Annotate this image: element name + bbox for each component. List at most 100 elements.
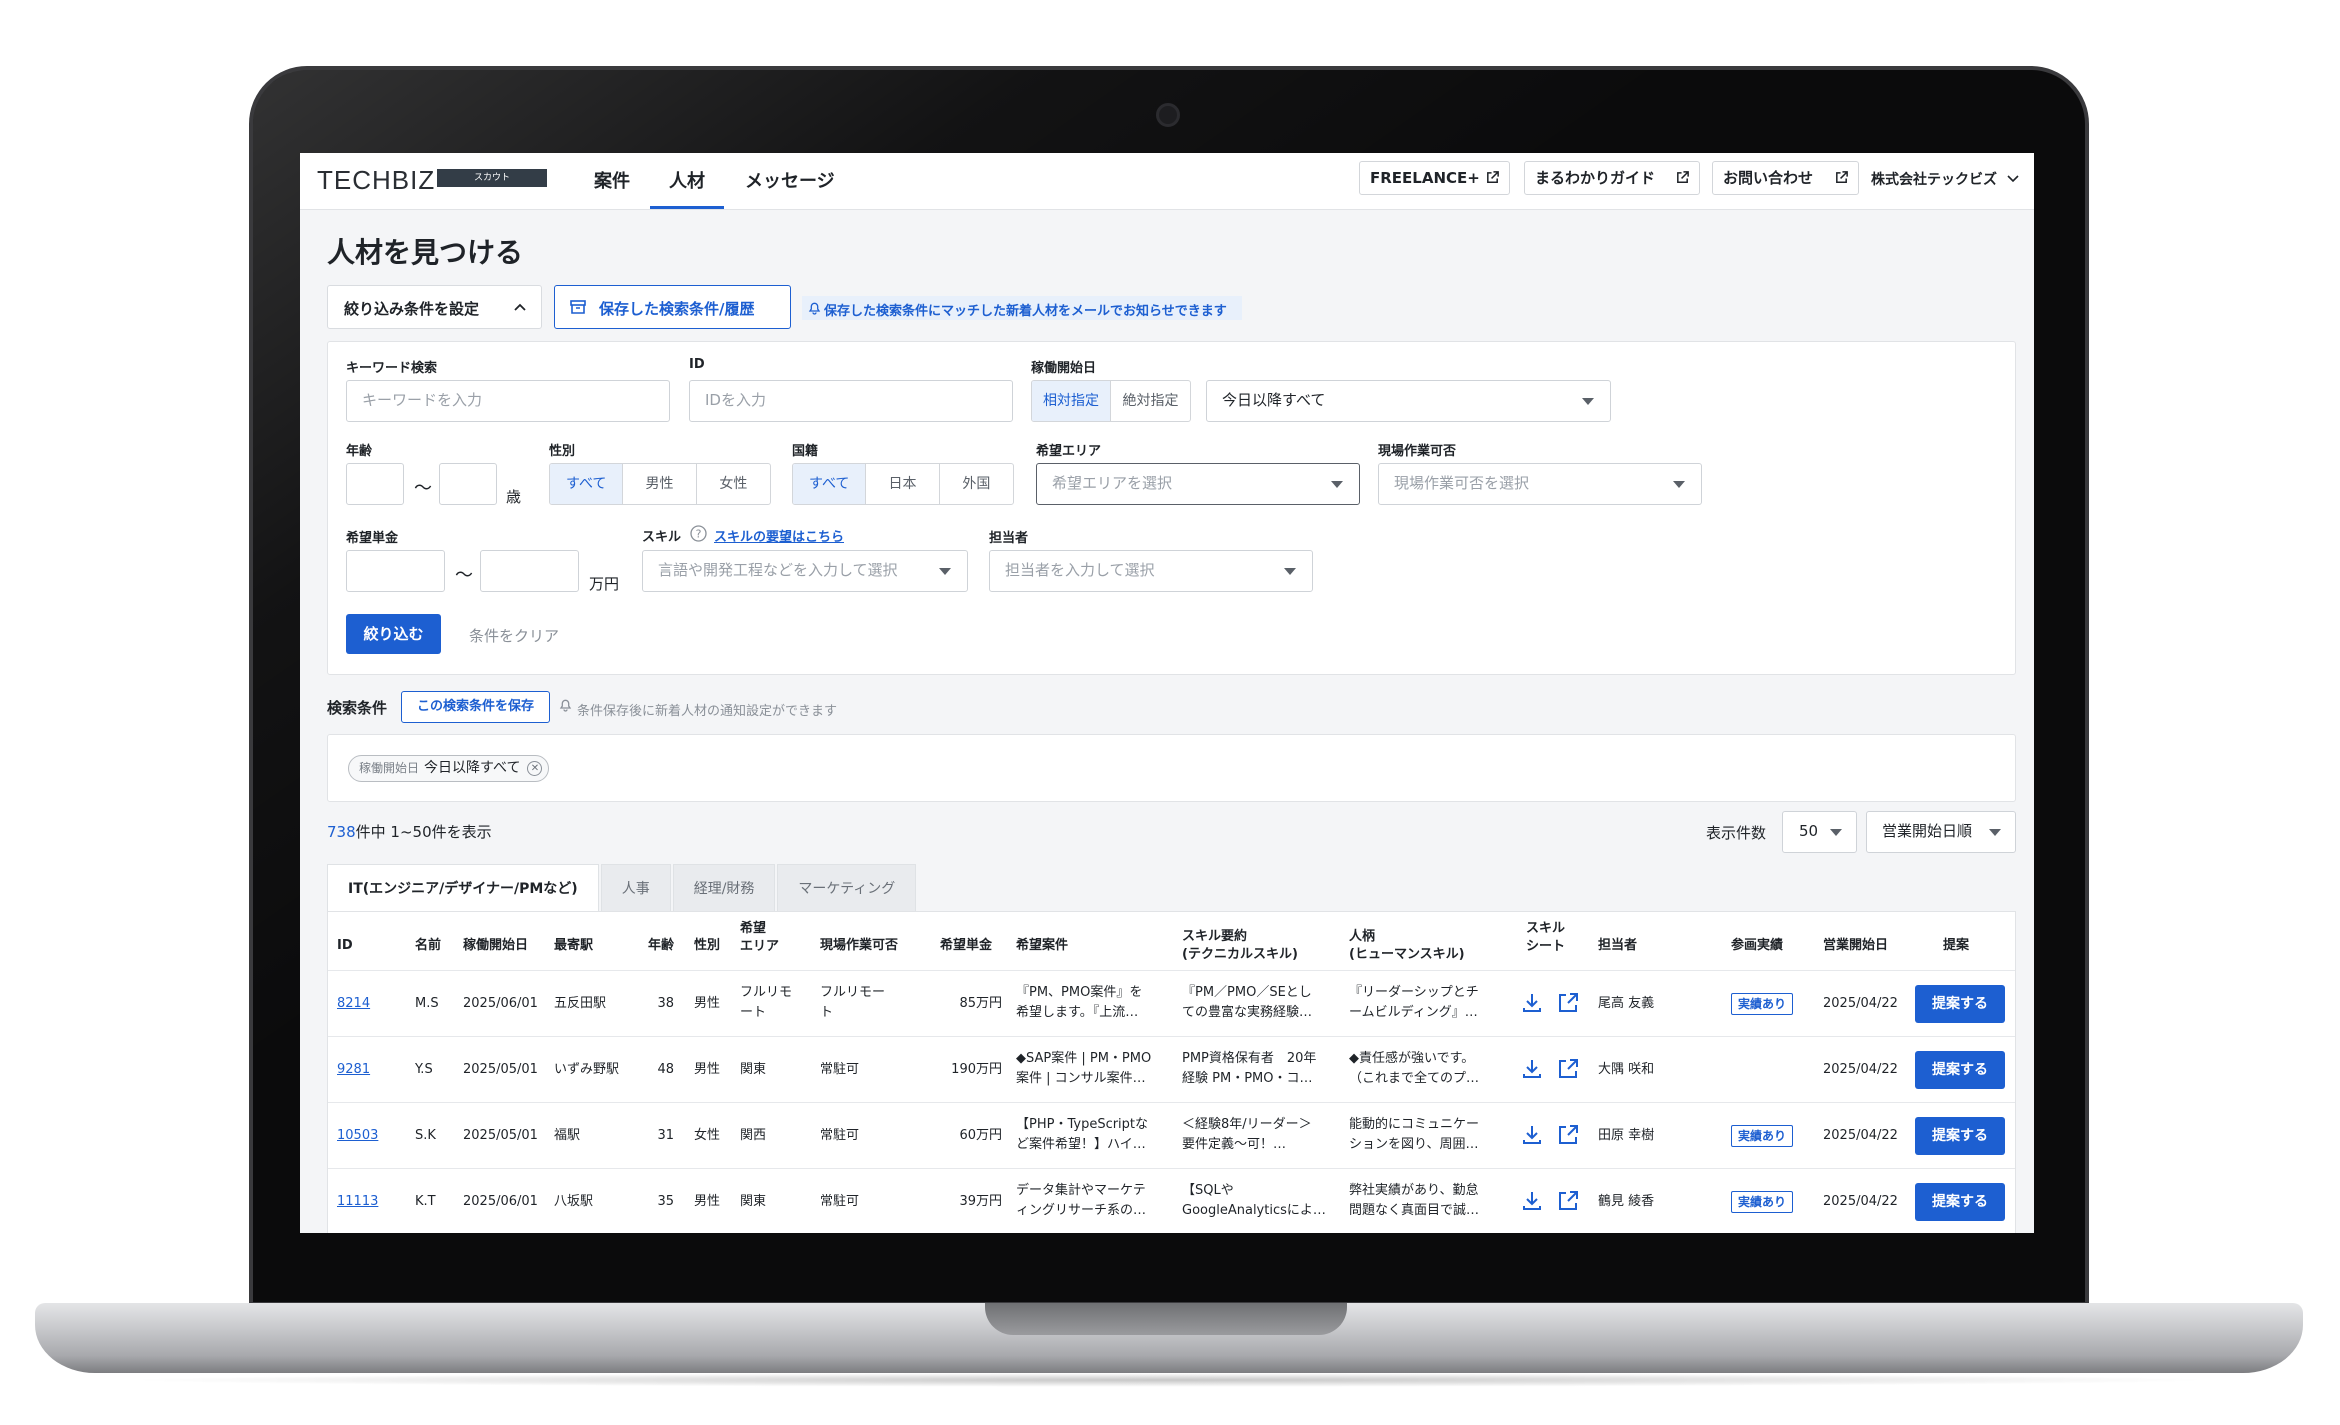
- rate-max-input[interactable]: [480, 550, 579, 592]
- col-skill: スキル要約 (テクニカルスキル): [1182, 929, 1298, 962]
- open-external-icon[interactable]: [1556, 991, 1580, 1015]
- tab-accounting[interactable]: 経理/財務: [672, 864, 776, 912]
- techbiz-logo[interactable]: TECHBIZ: [317, 165, 435, 196]
- saved-search-notice: 保存した検索条件にマッチした新着人材をメールでお知らせできます: [802, 296, 1242, 320]
- table-row[interactable]: 10503 S.K 2025/05/01 福駅 31 女性 関西 常駐可 60万…: [328, 1102, 2015, 1168]
- download-icon[interactable]: [1520, 1189, 1544, 1213]
- gender-label: 性別: [549, 444, 576, 459]
- row-id-link[interactable]: 9281: [337, 1060, 370, 1080]
- gender-all-option[interactable]: すべて: [550, 464, 624, 504]
- col-rate: 希望単金: [940, 938, 993, 953]
- col-start: 稼働開始日: [463, 938, 529, 953]
- help-circle-icon[interactable]: ?: [690, 525, 707, 542]
- nationality-all-option[interactable]: すべて: [793, 464, 867, 504]
- nav-messages[interactable]: メッセージ: [745, 167, 835, 193]
- skill-request-link[interactable]: スキルの要望はこちら: [714, 526, 844, 545]
- col-owner: 担当者: [1598, 938, 1638, 953]
- row-skill: 【SQLや GoogleAnalyticsによ…: [1182, 1183, 1326, 1218]
- apply-filter-button[interactable]: 絞り込む: [346, 614, 441, 654]
- onsite-select[interactable]: 現場作業可否を選択: [1378, 463, 1702, 505]
- clear-filter-button[interactable]: 条件をクリア: [469, 625, 559, 646]
- owner-select[interactable]: 担当者を入力して選択: [989, 550, 1313, 592]
- filter-toggle-button[interactable]: 絞り込み条件を設定: [327, 285, 542, 329]
- skill-select[interactable]: 言語や開発工程などを入力して選択: [642, 550, 968, 592]
- open-external-icon[interactable]: [1556, 1057, 1580, 1081]
- per-page-select[interactable]: 50: [1782, 811, 1857, 853]
- gender-male-option[interactable]: 男性: [623, 464, 697, 504]
- chevron-down-icon[interactable]: [2007, 174, 2019, 184]
- rate-label: 希望単金: [346, 531, 399, 546]
- start-date-mode-toggle[interactable]: 相対指定 絶対指定: [1031, 380, 1191, 422]
- id-input[interactable]: IDを入力: [689, 380, 1013, 422]
- age-max-input[interactable]: [439, 463, 497, 505]
- relative-mode-option[interactable]: 相対指定: [1032, 381, 1111, 421]
- row-owner: 大隅 咲和: [1598, 1062, 1655, 1077]
- company-menu[interactable]: 株式会社テックビズ: [1871, 169, 1997, 189]
- contact-link-button[interactable]: お問い合わせ: [1712, 161, 1859, 195]
- col-age: 年齢: [648, 938, 675, 953]
- rate-min-input[interactable]: [346, 550, 445, 592]
- start-date-select[interactable]: 今日以降すべて: [1206, 380, 1611, 422]
- sort-select[interactable]: 営業開始日順: [1866, 811, 2016, 853]
- guide-link-button[interactable]: まるわかりガイド: [1524, 161, 1700, 195]
- laptop-notch: [985, 1303, 1347, 1335]
- row-id-link[interactable]: 11113: [337, 1192, 378, 1212]
- saved-searches-button[interactable]: 保存した検索条件/履歴: [554, 285, 791, 329]
- nav-talent[interactable]: 人材: [669, 167, 705, 193]
- row-id-link[interactable]: 10503: [337, 1126, 378, 1146]
- download-icon[interactable]: [1520, 1057, 1544, 1081]
- skill-label: スキル: [642, 530, 682, 545]
- caret-down-icon: [1989, 829, 2001, 836]
- tab-it[interactable]: IT(エンジニア/デザイナー/PMなど): [327, 864, 599, 912]
- area-select[interactable]: 希望エリアを選択: [1036, 463, 1360, 505]
- nationality-japan-option[interactable]: 日本: [866, 464, 940, 504]
- propose-button[interactable]: 提案する: [1915, 1051, 2005, 1089]
- gender-female-option[interactable]: 女性: [697, 464, 770, 504]
- propose-button[interactable]: 提案する: [1915, 985, 2005, 1023]
- area-select-placeholder: 希望エリアを選択: [1052, 474, 1173, 492]
- skill-select-placeholder: 言語や開発工程などを入力して選択: [658, 561, 898, 579]
- save-conditions-button[interactable]: この検索条件を保存: [401, 691, 550, 723]
- keyword-input[interactable]: キーワードを入力: [346, 380, 670, 422]
- remove-chip-icon[interactable]: ✕: [527, 761, 543, 776]
- row-gender: 女性: [694, 1128, 721, 1143]
- row-gender: 男性: [694, 1194, 721, 1209]
- row-start: 2025/05/01: [463, 1062, 538, 1077]
- row-name: S.K: [415, 1128, 436, 1143]
- row-id-link[interactable]: 8214: [337, 994, 370, 1014]
- col-id: ID: [337, 938, 353, 953]
- condition-chip[interactable]: 稼働開始日 今日以降すべて ✕: [348, 755, 550, 782]
- external-link-icon: [1677, 171, 1689, 183]
- row-name: Y.S: [415, 1062, 433, 1077]
- top-header: TECHBIZ スカウト 案件 人材 メッセージ FREELANCE+ まるわか…: [300, 153, 2034, 210]
- col-sales-date: 営業開始日: [1823, 938, 1889, 953]
- nationality-foreign-option[interactable]: 外国: [940, 464, 1013, 504]
- download-icon[interactable]: [1520, 991, 1544, 1015]
- row-project: 『PM、PMO案件』を 希望します。『上流…: [1016, 985, 1143, 1020]
- download-icon[interactable]: [1520, 1123, 1544, 1147]
- gender-segmented[interactable]: すべて 男性 女性: [549, 463, 771, 505]
- row-owner: 尾高 友義: [1598, 996, 1655, 1011]
- tab-hr[interactable]: 人事: [600, 864, 671, 912]
- caret-down-icon: [1830, 829, 1842, 836]
- propose-button[interactable]: 提案する: [1915, 1183, 2005, 1221]
- absolute-mode-option[interactable]: 絶対指定: [1111, 381, 1190, 421]
- row-name: K.T: [415, 1194, 436, 1209]
- nationality-segmented[interactable]: すべて 日本 外国: [792, 463, 1014, 505]
- open-external-icon[interactable]: [1556, 1123, 1580, 1147]
- open-external-icon[interactable]: [1556, 1189, 1580, 1213]
- nav-projects[interactable]: 案件: [594, 167, 630, 193]
- table-row[interactable]: 11113 K.T 2025/06/01 八坂駅 35 男性 関東 常駐可 39…: [328, 1168, 2015, 1233]
- condition-chip-value: 今日以降すべて: [424, 760, 521, 776]
- table-row[interactable]: 8214 M.S 2025/06/01 五反田駅 38 男性 フルリモ ート フル…: [328, 970, 2015, 1036]
- propose-button[interactable]: 提案する: [1915, 1117, 2005, 1155]
- guide-link-label: まるわかりガイド: [1535, 169, 1656, 187]
- archive-icon: [570, 300, 586, 314]
- record-badge: 実績あり: [1731, 1191, 1794, 1213]
- table-row[interactable]: 9281 Y.S 2025/05/01 いずみ野駅 48 男性 関東 常駐可 1…: [328, 1036, 2015, 1102]
- record-badge: 実績あり: [1731, 1125, 1794, 1147]
- age-min-input[interactable]: [346, 463, 404, 505]
- freelance-link-button[interactable]: FREELANCE+: [1359, 161, 1510, 195]
- row-skill: ＜経験8年/リーダー＞ 要件定義〜可！…: [1182, 1117, 1312, 1152]
- tab-marketing[interactable]: マーケティング: [777, 864, 917, 912]
